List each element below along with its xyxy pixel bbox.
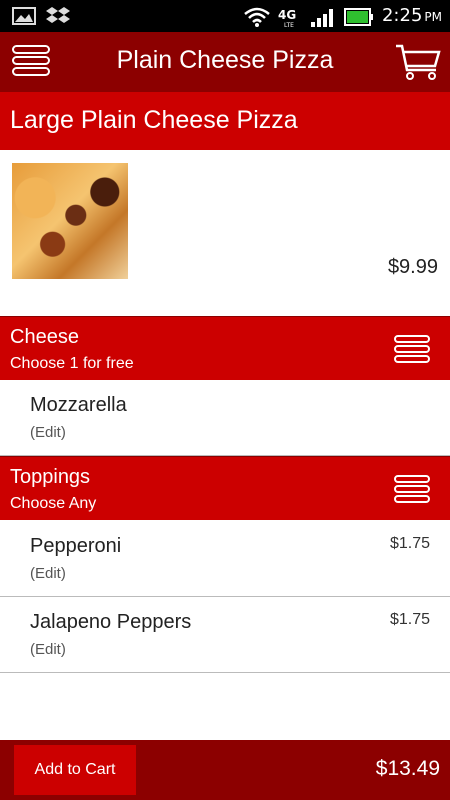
order-total: $13.49 [375, 757, 440, 780]
action-bar: Plain Cheese Pizza [0, 32, 450, 92]
svg-text:4G: 4G [278, 8, 296, 22]
section-header-cheese[interactable]: Cheese Choose 1 for free [0, 316, 450, 380]
wifi-icon [244, 7, 270, 27]
option-name: Mozzarella [30, 394, 127, 416]
dropbox-icon [46, 7, 70, 23]
battery-icon [343, 7, 373, 26]
gallery-icon [12, 7, 36, 25]
option-price: $1.75 [389, 611, 430, 628]
option-name: Jalapeno Peppers [30, 611, 192, 633]
list-menu-icon[interactable] [394, 475, 430, 503]
option-price: $1.75 [389, 535, 430, 552]
lte-icon: 4G LTE [278, 8, 296, 28]
option-edit-link[interactable]: (Edit) [30, 424, 66, 441]
signal-icon [310, 8, 333, 27]
section-subtitle: Choose 1 for free [10, 355, 134, 372]
option-pepperoni[interactable]: Pepperoni (Edit) $1.75 [0, 521, 450, 597]
product-name: Large Plain Cheese Pizza [10, 106, 298, 134]
section-subtitle: Choose Any [10, 495, 97, 512]
add-to-cart-button[interactable]: Add to Cart [14, 745, 136, 795]
section-header-toppings[interactable]: Toppings Choose Any [0, 456, 450, 520]
shopping-cart-icon[interactable] [394, 42, 442, 82]
product-price: $9.99 [387, 256, 438, 278]
option-edit-link[interactable]: (Edit) [30, 565, 66, 582]
option-mozzarella[interactable]: Mozzarella (Edit) [0, 380, 450, 456]
status-time: 2:25 PM [381, 5, 442, 26]
option-edit-link[interactable]: (Edit) [30, 641, 66, 658]
option-jalapeno-peppers[interactable]: Jalapeno Peppers (Edit) $1.75 [0, 597, 450, 673]
option-name: Pepperoni [30, 535, 122, 557]
product-details: $9.99 [0, 150, 450, 316]
pizza-photo [12, 163, 128, 279]
section-title: Cheese [10, 326, 79, 348]
section-title: Toppings [10, 466, 91, 488]
page-title: Plain Cheese Pizza [116, 46, 334, 74]
status-bar: 4G LTE 2:25 PM [0, 0, 450, 32]
svg-text:LTE: LTE [284, 22, 294, 28]
product-header: Large Plain Cheese Pizza [0, 92, 450, 150]
footer-bar: Add to Cart $13.49 [0, 740, 450, 800]
list-menu-icon[interactable] [394, 335, 430, 363]
